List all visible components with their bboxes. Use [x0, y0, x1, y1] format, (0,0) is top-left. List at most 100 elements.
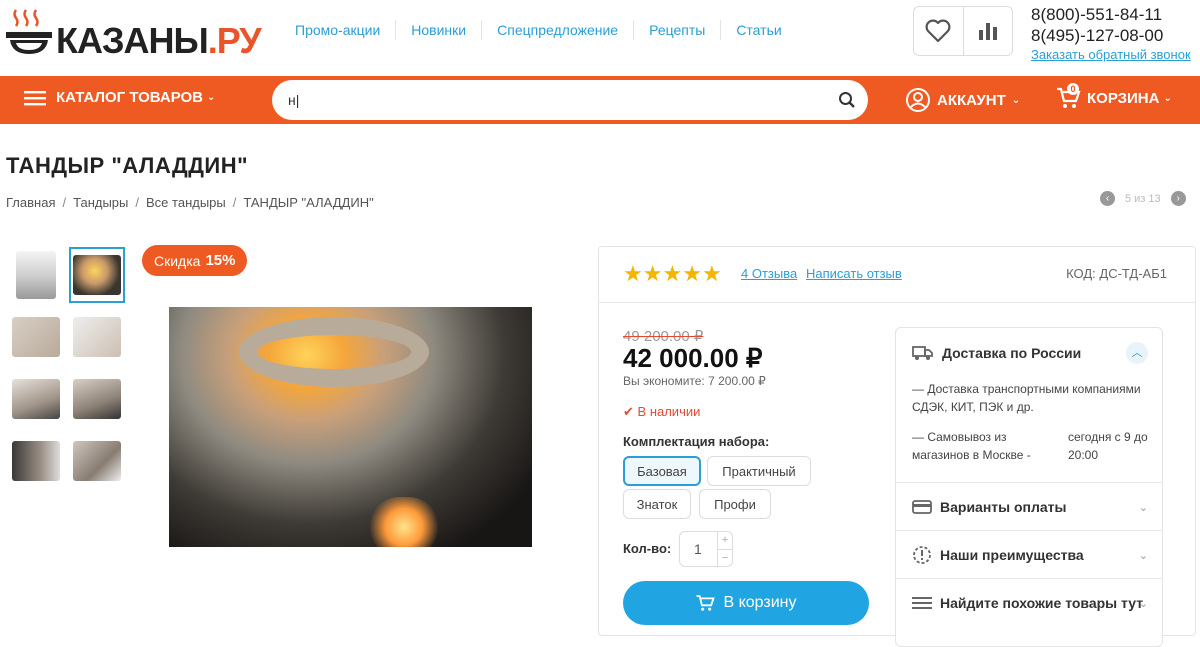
kazan-logo-icon — [6, 9, 52, 54]
delivery-panel: Доставка по России ︿ — Доставка транспор… — [895, 327, 1163, 647]
thumbnail[interactable] — [69, 309, 125, 365]
fire-glow — [369, 497, 439, 547]
option-basic[interactable]: Базовая — [623, 456, 701, 486]
badge-icon — [913, 545, 931, 564]
search-icon[interactable] — [838, 91, 856, 109]
option-pro[interactable]: Профи — [699, 489, 771, 519]
breadcrumb-all-tandyry[interactable]: Все тандыры — [146, 195, 226, 210]
contacts-block: 8(800)-551-84-11 8(495)-127-08-00 Заказа… — [1031, 4, 1196, 64]
breadcrumb-separator: / — [135, 195, 140, 210]
main-product-image[interactable] — [169, 307, 532, 547]
menu-icon — [24, 90, 46, 105]
breadcrumb-separator: / — [232, 195, 237, 210]
star-icon: ★ — [623, 261, 643, 286]
star-icon: ★ — [642, 261, 663, 286]
cart-label: КОРЗИНА — [1087, 89, 1160, 107]
thumbnail[interactable] — [8, 309, 64, 365]
product-pager: ‹ 5 из 13 › — [1100, 191, 1186, 206]
cart-button[interactable]: 0 КОРЗИНА ⌄ — [1055, 83, 1172, 111]
compare-button[interactable] — [964, 7, 1013, 55]
chevron-down-icon: ⌄ — [1138, 550, 1148, 562]
favorites-button[interactable] — [914, 7, 964, 55]
set-label: Комплектация набора: — [623, 434, 770, 449]
pickup-text: — Самовывоз из магазинов в Москве - — [912, 430, 1031, 462]
quantity-stepper[interactable]: 1 + − — [679, 531, 733, 567]
thumbnail[interactable] — [8, 433, 64, 489]
star-icon: ★ — [662, 261, 683, 286]
pager-text: 5 из 13 — [1125, 192, 1161, 205]
phone-1[interactable]: 8(800)-551-84-11 — [1031, 4, 1196, 25]
advantages-label: Наши преимущества — [940, 546, 1084, 563]
breadcrumb-separator: / — [62, 195, 67, 210]
option-expert[interactable]: Знаток — [623, 489, 691, 519]
search-box — [272, 80, 868, 120]
rating-stars: ★ ★ ★ ★ ★ — [623, 263, 722, 285]
thumbnail[interactable] — [69, 433, 125, 489]
account-button[interactable]: АККАУНТ ⌄ — [905, 87, 1020, 113]
payment-options-row[interactable]: Варианты оплаты ⌄ — [896, 482, 1162, 530]
nav-link-new[interactable]: Новинки — [396, 20, 483, 40]
tandyr-rim — [239, 317, 429, 387]
product-info-box: ★ ★ ★ ★ ★ 4 Отзыва Написать отзыв КОД: ДС-ТД… — [598, 246, 1196, 647]
prev-product-button[interactable]: ‹ — [1100, 191, 1115, 206]
chevron-down-icon: ⌄ — [1011, 94, 1021, 106]
catalog-label: КАТАЛОГ ТОВАРОВ — [56, 89, 204, 106]
add-to-cart-button[interactable]: В корзину — [623, 581, 869, 625]
logo-text: КАЗАНЫ.РУ — [56, 20, 262, 61]
discount-value: 15% — [205, 252, 236, 269]
write-review-link[interactable]: Написать отзыв — [806, 266, 902, 281]
search-input[interactable] — [288, 89, 828, 111]
qty-plus-button[interactable]: + — [717, 532, 732, 549]
thumbnail[interactable] — [8, 371, 64, 427]
nav-link-articles[interactable]: Статьи — [721, 20, 796, 40]
account-label: АККАУНТ — [937, 91, 1006, 109]
chevron-down-icon: ⌄ — [207, 92, 216, 103]
advantages-row[interactable]: Наши преимущества ⌄ — [896, 530, 1162, 578]
next-product-button[interactable]: › — [1170, 191, 1186, 206]
quantity-label: Кол-во: — [623, 541, 672, 556]
star-icon: ★ — [701, 261, 722, 286]
phone-2[interactable]: 8(495)-127-08-00 — [1031, 25, 1196, 46]
pickup-time: сегодня с 9 до 20:00 — [1068, 430, 1148, 462]
chevron-down-icon: ⌄ — [1138, 598, 1148, 610]
nav-link-recipes[interactable]: Рецепты — [634, 20, 722, 40]
callback-link[interactable]: Заказать обратный звонок — [1031, 47, 1191, 62]
catalog-button[interactable]: КАТАЛОГ ТОВАРОВ ⌄ — [24, 89, 215, 106]
thumbnail-active[interactable] — [69, 247, 125, 303]
compare-icon — [978, 23, 997, 40]
list-icon — [912, 596, 932, 609]
delivery-header[interactable]: Доставка по России — [912, 344, 1081, 362]
collapse-toggle[interactable]: ︿ — [1126, 342, 1148, 364]
option-practical[interactable]: Практичный — [707, 456, 811, 486]
similar-products-row[interactable]: Найдите похожие товары тут ⌄ — [896, 578, 1162, 626]
thumbnail[interactable] — [8, 247, 64, 303]
top-header: КАЗАНЫ.РУ Промо-акции Новинки Спецпредло… — [0, 0, 1200, 76]
cart-count-badge: 0 — [1067, 83, 1079, 95]
product-sku: КОД: ДС-ТД-АБ1 — [1066, 266, 1167, 281]
add-to-cart-label: В корзину — [723, 594, 797, 611]
star-icon: ★ — [682, 261, 702, 286]
breadcrumb-tandyry[interactable]: Тандыры — [73, 195, 128, 210]
nav-link-promo[interactable]: Промо-акции — [280, 20, 397, 40]
nav-link-special[interactable]: Спецпредложение — [482, 20, 635, 40]
current-price: 42 000.00 ₽ — [623, 343, 763, 373]
delivery-title: Доставка по России — [942, 345, 1082, 361]
reviews-link[interactable]: 4 Отзыва — [741, 266, 797, 281]
chevron-down-icon: ⌄ — [1138, 502, 1148, 514]
thumbnail[interactable] — [69, 371, 125, 427]
check-icon: ✔ — [623, 404, 634, 419]
heart-icon — [925, 19, 951, 43]
breadcrumb-home[interactable]: Главная — [6, 195, 55, 210]
stock-status: ✔ В наличии — [623, 404, 701, 419]
divider — [599, 302, 1195, 303]
site-logo[interactable]: КАЗАНЫ.РУ — [6, 6, 262, 66]
chevron-down-icon: ⌄ — [1163, 92, 1172, 104]
user-icon — [906, 88, 930, 112]
similar-products-label: Найдите похожие товары тут — [940, 594, 1144, 611]
quantity-value: 1 — [694, 541, 702, 557]
qty-minus-button[interactable]: − — [717, 549, 732, 566]
breadcrumb: Главная / Тандыры / Все тандыры / ТАНДЫР "А… — [6, 195, 374, 210]
discount-badge: Скидка 15% — [142, 245, 248, 276]
page-title: ТАНДЫР "АЛАДДИН" — [6, 153, 249, 178]
breadcrumb-current: ТАНДЫР "АЛАДДИН" — [243, 195, 374, 210]
